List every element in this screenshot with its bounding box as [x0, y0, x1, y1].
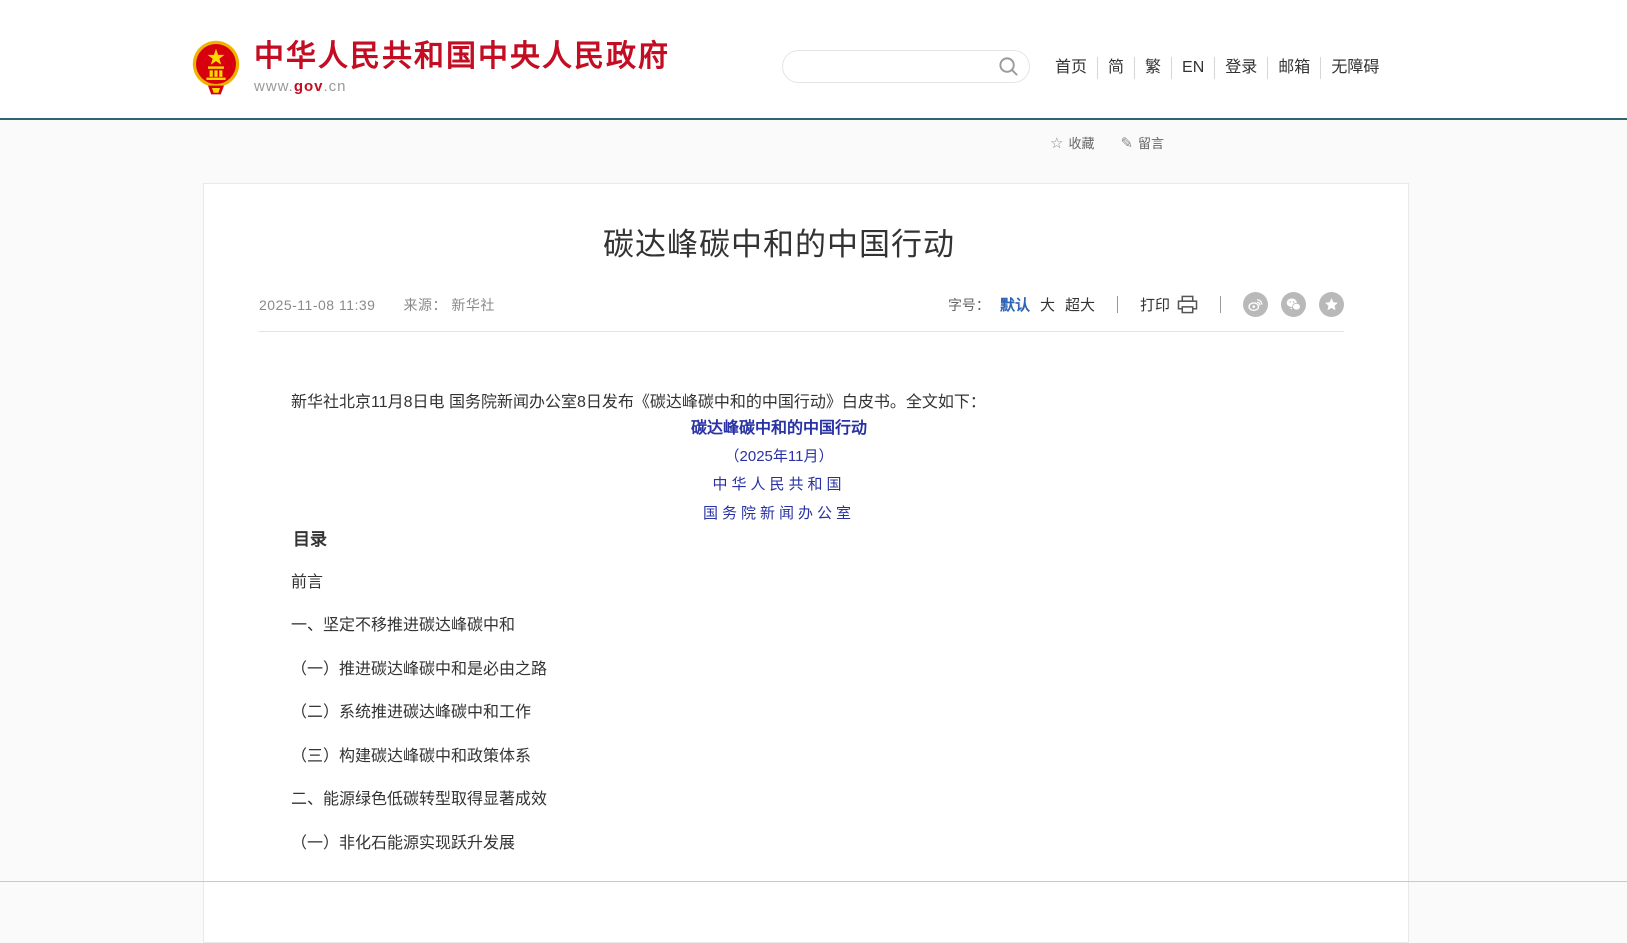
article-title: 碳达峰碳中和的中国行动	[259, 222, 1299, 268]
intro-paragraph: 新华社北京11月8日电 国务院新闻办公室8日发布《碳达峰碳中和的中国行动》白皮书…	[259, 390, 1299, 416]
weibo-icon	[1247, 296, 1264, 313]
star-share-icon	[1323, 296, 1340, 313]
top-nav-item[interactable]: EN	[1171, 57, 1214, 79]
site-header: 中华人民共和国中央人民政府 www.gov.cn 首页简繁EN登录邮箱无障碍	[0, 0, 1627, 118]
top-nav-item[interactable]: 繁	[1134, 57, 1171, 79]
search-icon	[998, 56, 1019, 77]
toolbar-separator	[1117, 296, 1118, 313]
article-toolbar: 字号： 默认 大 超大 打印	[948, 292, 1344, 317]
article-card: 碳达峰碳中和的中国行动 2025-11-08 11:39 来源： 新华社 字号：…	[203, 183, 1409, 943]
toc-list: 前言一、坚定不移推进碳达峰碳中和（一）推进碳达峰碳中和是必由之路（二）系统推进碳…	[259, 561, 1299, 866]
top-nav-item[interactable]: 登录	[1214, 57, 1267, 79]
article-meta-left: 2025-11-08 11:39 来源： 新华社	[259, 295, 495, 315]
top-navigation: 首页简繁EN登录邮箱无障碍	[1045, 57, 1389, 79]
toc-item: （二）系统推进碳达峰碳中和工作	[259, 692, 1299, 736]
document-title: 碳达峰碳中和的中国行动	[259, 416, 1299, 442]
toc-item: （一）非化石能源实现跃升发展	[259, 822, 1299, 866]
search-box[interactable]	[782, 50, 1030, 83]
toolbar-separator	[1220, 296, 1221, 313]
toc-item: 前言	[259, 561, 1299, 605]
article-body: 新华社北京11月8日电 国务院新闻办公室8日发布《碳达峰碳中和的中国行动》白皮书…	[259, 390, 1299, 866]
top-nav-item[interactable]: 简	[1097, 57, 1134, 79]
top-nav-item[interactable]: 邮箱	[1267, 57, 1320, 79]
publish-date: 2025-11-08 11:39	[259, 297, 375, 313]
font-size-large-button[interactable]: 大	[1040, 294, 1055, 315]
site-title: 中华人民共和国中央人民政府	[254, 40, 670, 74]
search-input[interactable]	[799, 56, 998, 78]
toc-item: （三）构建碳达峰碳中和政策体系	[259, 735, 1299, 779]
font-size-label: 字号：	[948, 295, 990, 315]
site-logo[interactable]: 中华人民共和国中央人民政府 www.gov.cn	[190, 40, 670, 96]
toc-item: （一）推进碳达峰碳中和是必由之路	[259, 648, 1299, 692]
wechat-icon	[1285, 296, 1302, 313]
share-weibo-button[interactable]	[1243, 292, 1268, 317]
toc-heading: 目录	[259, 529, 1299, 551]
document-issuer-line2: 国务院新闻办公室	[259, 500, 1299, 529]
header-divider	[0, 118, 1627, 120]
page-bottom-divider	[0, 881, 1627, 882]
font-size-xlarge-button[interactable]: 超大	[1065, 294, 1095, 315]
message-button[interactable]: ✎ 留言	[1120, 133, 1164, 152]
article-meta-row: 2025-11-08 11:39 来源： 新华社 字号： 默认 大 超大 打印	[259, 292, 1344, 332]
printer-icon	[1177, 295, 1198, 314]
document-date: （2025年11月）	[259, 442, 1299, 471]
share-icons	[1243, 292, 1344, 317]
top-nav-item[interactable]: 无障碍	[1320, 57, 1389, 79]
toc-item: 二、能源绿色低碳转型取得显著成效	[259, 779, 1299, 823]
document-issuer-line1: 中华人民共和国	[259, 471, 1299, 500]
toc-item: 一、坚定不移推进碳达峰碳中和	[259, 605, 1299, 649]
top-nav-item[interactable]: 首页	[1045, 57, 1097, 79]
page-actions: ☆ 收藏 ✎ 留言	[1050, 133, 1190, 152]
national-emblem-icon	[190, 40, 242, 96]
site-url: www.gov.cn	[254, 78, 670, 95]
print-button[interactable]: 打印	[1140, 294, 1198, 315]
font-size-default-button[interactable]: 默认	[1000, 294, 1030, 315]
share-wechat-button[interactable]	[1281, 292, 1306, 317]
share-more-button[interactable]	[1319, 292, 1344, 317]
favorite-button[interactable]: ☆ 收藏	[1050, 133, 1094, 152]
pencil-icon: ✎	[1120, 134, 1133, 152]
star-outline-icon: ☆	[1050, 134, 1063, 152]
search-button[interactable]	[998, 56, 1019, 77]
article-source: 来源： 新华社	[403, 295, 494, 315]
